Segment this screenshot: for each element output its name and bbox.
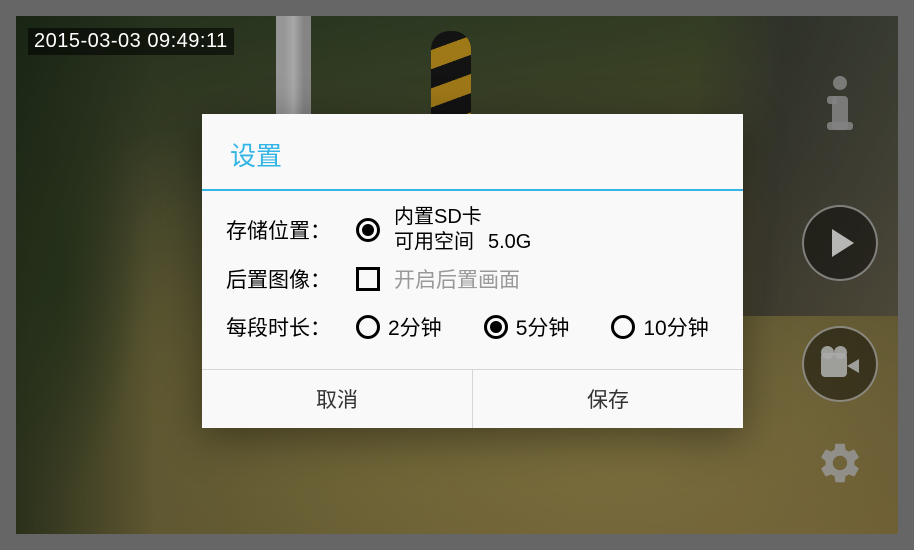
storage-available-label: 可用空间 — [394, 230, 474, 255]
rear-image-label: 后置图像： — [226, 264, 356, 294]
side-controls — [802, 76, 878, 487]
duration-label: 每段时长： — [226, 312, 356, 342]
duration-option-2min[interactable]: 2分钟 — [356, 312, 442, 342]
settings-icon[interactable] — [816, 439, 864, 487]
rear-image-checkbox[interactable]: 开启后置画面 — [356, 264, 520, 294]
movie-camera-icon — [821, 349, 859, 379]
storage-option-label: 内置SD卡 — [394, 205, 531, 230]
duration-option-label: 10分钟 — [643, 312, 708, 342]
duration-option-5min[interactable]: 5分钟 — [484, 312, 570, 342]
radio-checked-icon — [356, 218, 380, 242]
rear-image-row: 后置图像： 开启后置画面 — [226, 255, 719, 303]
dialog-buttons: 取消 保存 — [202, 369, 743, 428]
record-button[interactable] — [802, 326, 878, 402]
play-button[interactable] — [802, 205, 878, 281]
radio-unchecked-icon — [356, 315, 380, 339]
storage-label: 存储位置： — [226, 215, 356, 245]
settings-dialog: 设置 存储位置： 内置SD卡 可用空间 5.0G 后置图像： — [202, 114, 743, 428]
duration-option-10min[interactable]: 10分钟 — [611, 312, 708, 342]
storage-available-value: 5.0G — [488, 230, 531, 255]
storage-option-internal-sd[interactable]: 内置SD卡 可用空间 5.0G — [356, 205, 531, 255]
info-icon[interactable] — [823, 76, 857, 130]
camera-app-frame: 2015-03-03 09:49:11 设置 存储位 — [16, 16, 898, 534]
radio-unchecked-icon — [611, 315, 635, 339]
rear-image-checkbox-label: 开启后置画面 — [394, 264, 520, 294]
segment-duration-row: 每段时长： 2分钟 5分钟 10分钟 — [226, 303, 719, 351]
duration-option-label: 5分钟 — [516, 312, 570, 342]
checkbox-unchecked-icon — [356, 267, 380, 291]
timestamp-overlay: 2015-03-03 09:49:11 — [28, 28, 234, 55]
save-button[interactable]: 保存 — [472, 370, 743, 428]
radio-checked-icon — [484, 315, 508, 339]
cancel-button[interactable]: 取消 — [202, 370, 472, 428]
dialog-title: 设置 — [202, 114, 743, 189]
duration-option-label: 2分钟 — [388, 312, 442, 342]
storage-location-row: 存储位置： 内置SD卡 可用空间 5.0G — [226, 205, 719, 255]
play-icon — [832, 229, 854, 257]
